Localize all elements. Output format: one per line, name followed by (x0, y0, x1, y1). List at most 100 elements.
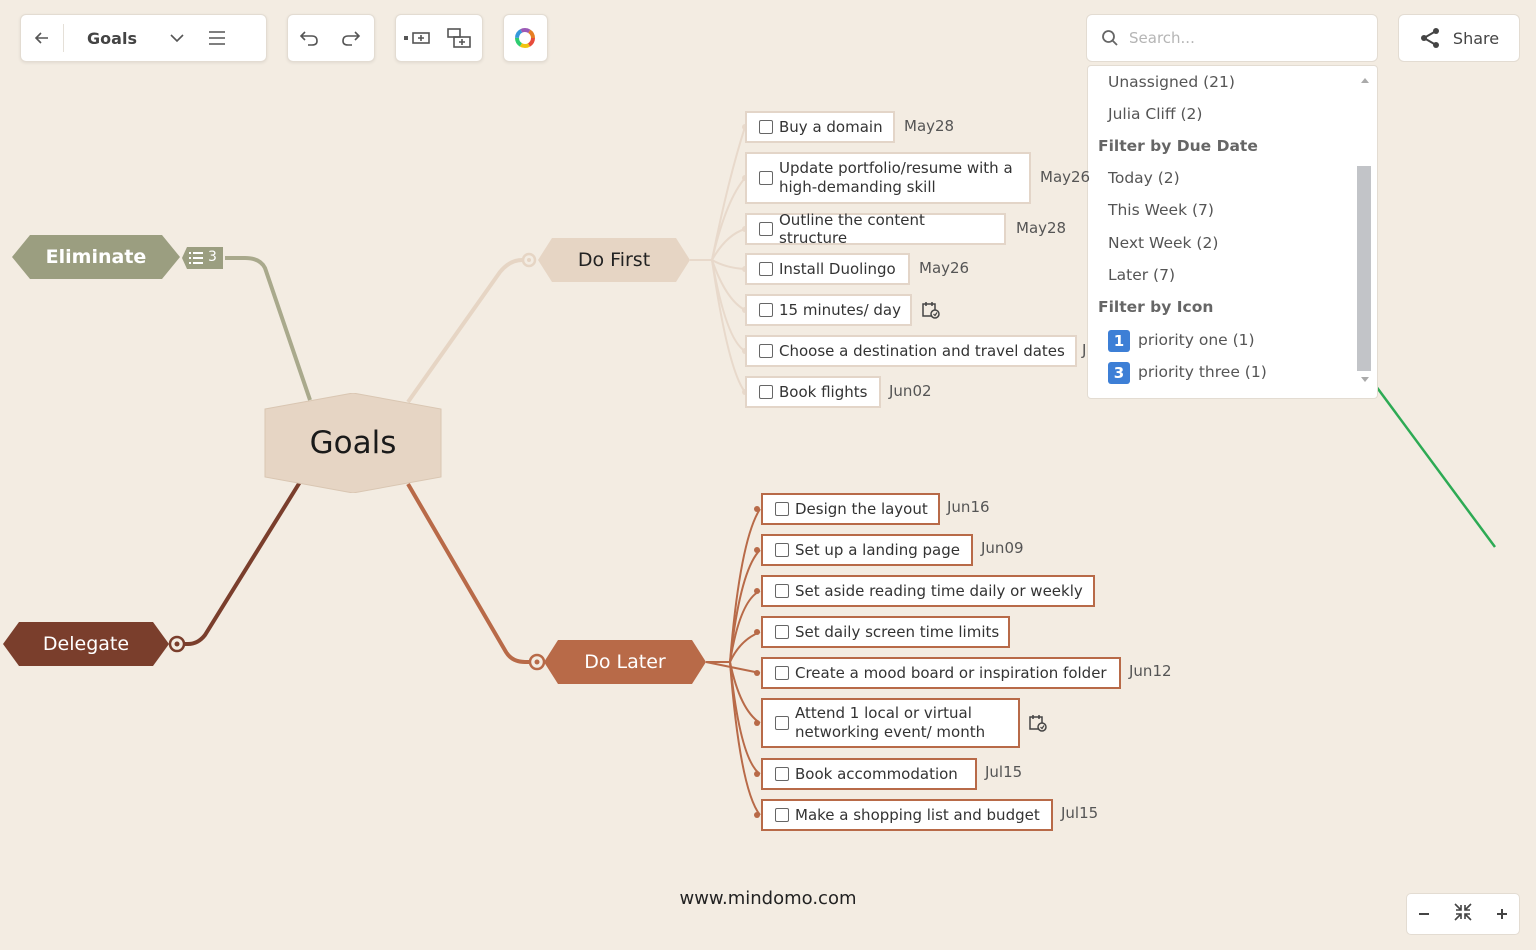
task-checkbox[interactable] (759, 171, 773, 185)
scroll-down-arrow-icon[interactable] (1361, 377, 1369, 382)
task-text: Set daily screen time limits (795, 623, 1000, 641)
minus-icon (1419, 913, 1430, 915)
task-checkbox[interactable] (759, 120, 773, 134)
map-title[interactable]: Goals (64, 29, 160, 48)
task-text: Set aside reading time daily or weekly (795, 582, 1083, 600)
task-text: Create a mood board or inspiration folde… (795, 664, 1107, 682)
task-due-date: May26 (919, 259, 970, 277)
task-checkbox[interactable] (759, 303, 773, 317)
task-checkbox[interactable] (775, 543, 789, 557)
filter-due-later[interactable]: Later (7) (1108, 263, 1175, 287)
undo-icon (299, 31, 318, 46)
add-subtopic-button[interactable] (438, 15, 480, 61)
undo-button[interactable] (288, 15, 330, 61)
task-15-minutes-day[interactable]: 15 minutes/ day (745, 294, 912, 326)
task-due-date: Jun16 (947, 498, 990, 516)
topic-do-later[interactable]: Do Later (544, 638, 706, 686)
chevron-down-icon (170, 34, 184, 43)
filter-icon-priority-one[interactable]: 1 priority one (1) (1108, 328, 1255, 352)
scroll-up-arrow-icon[interactable] (1361, 78, 1369, 83)
share-button[interactable]: Share (1398, 14, 1520, 62)
task-checkbox[interactable] (775, 584, 789, 598)
task-set-aside-reading-time[interactable]: Set aside reading time daily or weekly (761, 575, 1095, 607)
task-checkbox[interactable] (759, 222, 773, 236)
search-box[interactable] (1086, 14, 1378, 62)
eliminate-task-count-badge[interactable]: 3 (182, 246, 224, 270)
task-checkbox[interactable] (759, 262, 773, 276)
task-design-layout[interactable]: Design the layout (761, 493, 940, 525)
task-text: Attend 1 local or virtual (795, 704, 972, 722)
filter-due-next-week[interactable]: Next Week (2) (1108, 231, 1218, 255)
task-checkbox[interactable] (775, 767, 789, 781)
task-checkbox[interactable] (775, 808, 789, 822)
menu-button[interactable] (194, 15, 240, 61)
filter-due-this-week[interactable]: This Week (7) (1108, 198, 1214, 222)
task-due-date: Jun09 (981, 539, 1024, 557)
share-label: Share (1452, 28, 1500, 48)
task-checkbox[interactable] (775, 502, 789, 516)
task-list-icon (189, 252, 203, 264)
topic-eliminate[interactable]: Eliminate (12, 233, 180, 281)
task-checkbox[interactable] (775, 666, 789, 680)
task-choose-destination[interactable]: Choose a destination and travel dates (745, 335, 1077, 367)
zoom-out-button[interactable] (1417, 902, 1431, 926)
task-book-flights[interactable]: Book flights (745, 376, 881, 408)
title-toolbar: Goals (20, 14, 267, 62)
task-outline-content[interactable]: Outline the content structure (745, 211, 1006, 247)
task-due-date: May26 (1040, 168, 1091, 186)
task-text: Install Duolingo (779, 260, 896, 278)
task-text: Design the layout (795, 500, 928, 518)
fit-to-screen-button[interactable] (1452, 901, 1474, 928)
central-topic-goals[interactable]: Goals (263, 393, 443, 493)
task-due-date: May28 (1016, 219, 1067, 237)
task-install-duolingo[interactable]: Install Duolingo (745, 253, 910, 285)
zoom-in-button[interactable] (1495, 902, 1509, 926)
do-first-label: Do First (577, 249, 651, 271)
task-create-mood-board[interactable]: Create a mood board or inspiration folde… (761, 657, 1121, 689)
priority-three-icon: 3 (1108, 361, 1130, 384)
task-make-shopping-list[interactable]: Make a shopping list and budget (761, 799, 1053, 831)
theme-button[interactable] (504, 15, 546, 61)
task-count: 3 (208, 249, 217, 265)
filter-assignee-unassigned[interactable]: Unassigned (21) (1108, 70, 1235, 94)
filter-due-date-heading: Filter by Due Date (1098, 137, 1258, 155)
filter-icon-label: priority one (1) (1138, 331, 1255, 349)
do-later-label: Do Later (584, 651, 666, 673)
task-text-line2: high-demanding skill (779, 178, 936, 196)
task-checkbox[interactable] (759, 344, 773, 358)
task-text-block: Attend 1 local or virtual networking even… (795, 704, 985, 742)
task-text: 15 minutes/ day (779, 301, 901, 319)
topic-delegate[interactable]: Delegate (3, 620, 169, 668)
task-set-daily-screen-time[interactable]: Set daily screen time limits (761, 616, 1010, 648)
filter-due-today[interactable]: Today (2) (1108, 166, 1180, 190)
task-book-accommodation[interactable]: Book accommodation (761, 758, 977, 790)
task-buy-a-domain[interactable]: Buy a domain (745, 111, 895, 143)
share-icon (1420, 28, 1439, 48)
redo-button[interactable] (330, 15, 372, 61)
task-checkbox[interactable] (775, 625, 789, 639)
filter-assignee-julia-cliff[interactable]: Julia Cliff (2) (1108, 102, 1202, 126)
task-text: Book accommodation (795, 765, 958, 783)
task-attend-networking-event[interactable]: Attend 1 local or virtual networking even… (761, 698, 1020, 748)
task-checkbox[interactable] (759, 385, 773, 399)
title-dropdown-button[interactable] (160, 15, 194, 61)
task-text: Buy a domain (779, 118, 883, 136)
insert-toolbar (395, 14, 483, 62)
back-button[interactable] (21, 15, 63, 61)
arrow-left-icon (34, 32, 48, 44)
recurring-calendar-icon (922, 302, 940, 319)
recurring-calendar-icon (1029, 715, 1047, 732)
dropdown-scrollbar[interactable] (1357, 166, 1371, 371)
filter-icon-priority-three[interactable]: 3 priority three (1) (1108, 360, 1267, 384)
topic-do-first[interactable]: Do First (538, 236, 690, 284)
add-subtopic-icon (447, 28, 471, 48)
central-topic-label: Goals (309, 425, 397, 461)
task-set-up-landing-page[interactable]: Set up a landing page (761, 534, 973, 566)
search-input[interactable] (1127, 28, 1361, 48)
task-update-portfolio[interactable]: Update portfolio/resume with a high-deman… (745, 152, 1031, 204)
filter-dropdown: Unassigned (21) Julia Cliff (2) Filter b… (1087, 65, 1378, 399)
task-text-line2: networking event/ month (795, 723, 986, 741)
task-checkbox[interactable] (775, 716, 789, 730)
add-sibling-topic-button[interactable] (396, 15, 438, 61)
task-text: Outline the content structure (779, 211, 925, 247)
